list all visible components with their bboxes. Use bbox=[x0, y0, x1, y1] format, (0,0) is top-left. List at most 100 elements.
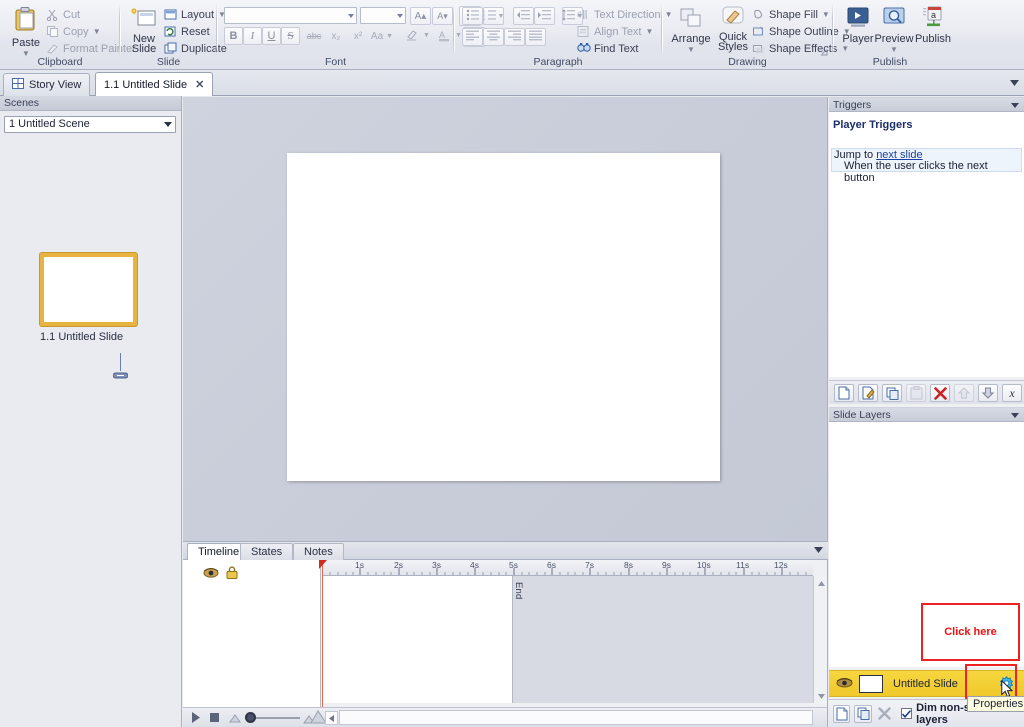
abc-button[interactable]: abc bbox=[303, 27, 325, 45]
shrink-font-button[interactable]: A▾ bbox=[432, 7, 453, 25]
arrange-button[interactable]: Arrange ▼ bbox=[669, 6, 713, 54]
triggers-toolbar: x bbox=[829, 380, 1024, 404]
timeline-horizontal-scrollbar[interactable] bbox=[339, 710, 813, 725]
new-slide-button[interactable]: New Slide bbox=[126, 6, 162, 55]
decrease-indent-button[interactable] bbox=[513, 7, 534, 25]
highlight-color-button[interactable] bbox=[402, 27, 422, 45]
bold-button[interactable]: B bbox=[224, 27, 243, 45]
delete-trigger-button[interactable] bbox=[930, 384, 950, 402]
dim-non-selected-layers-checkbox[interactable] bbox=[901, 708, 913, 719]
shape-fill-button[interactable]: Shape Fill ▼ bbox=[752, 6, 830, 23]
chevron-down-icon[interactable] bbox=[1011, 413, 1019, 418]
publish-button[interactable]: a Publish bbox=[914, 6, 952, 45]
timeline-track-area[interactable]: End bbox=[322, 576, 813, 703]
slide-canvas[interactable] bbox=[183, 97, 828, 541]
timeline-playhead[interactable] bbox=[322, 560, 323, 710]
grow-font-button[interactable]: A▴ bbox=[410, 7, 431, 25]
close-icon[interactable]: ✕ bbox=[195, 78, 204, 91]
chevron-down-icon[interactable]: ▼ bbox=[498, 13, 505, 20]
zoom-out-icon[interactable] bbox=[228, 712, 242, 726]
duplicate-layer-button[interactable] bbox=[854, 704, 872, 723]
trigger-variable-button[interactable]: x bbox=[1002, 384, 1022, 402]
scroll-left-button[interactable] bbox=[325, 711, 338, 725]
scene-selector-dropdown[interactable]: 1 Untitled Scene bbox=[4, 116, 176, 133]
slide-thumbnail-container[interactable]: 1.1 Untitled Slide bbox=[40, 253, 137, 379]
new-trigger-button[interactable] bbox=[834, 384, 854, 402]
shape-effects-button[interactable]: Shape Effects ▼ bbox=[752, 40, 849, 57]
slide-layer-row[interactable]: Untitled Slide bbox=[829, 670, 1024, 697]
change-case-button[interactable]: Aa ▼ bbox=[369, 27, 395, 45]
copy-button[interactable]: Copy ▼ bbox=[46, 23, 101, 40]
italic-button[interactable]: I bbox=[243, 27, 262, 45]
timeline-vertical-scrollbar[interactable] bbox=[813, 576, 827, 703]
preview-dropdown-caret[interactable]: ▼ bbox=[874, 45, 914, 54]
new-layer-button[interactable] bbox=[833, 704, 851, 723]
tab-story-view[interactable]: Story View bbox=[3, 73, 91, 96]
chevron-down-icon[interactable]: ▼ bbox=[822, 10, 830, 19]
eye-icon[interactable] bbox=[203, 566, 219, 582]
align-left-button[interactable] bbox=[462, 28, 483, 46]
tab-untitled-slide[interactable]: 1.1 Untitled Slide ✕ bbox=[95, 72, 214, 96]
numbering-button[interactable]: 123 ▼ bbox=[483, 7, 504, 25]
tab-notes[interactable]: Notes bbox=[293, 543, 344, 560]
font-color-button[interactable]: A bbox=[434, 27, 454, 45]
quick-styles-button[interactable]: Quick Styles bbox=[713, 6, 753, 53]
timeline-ruler[interactable]: 1s 2s 3s 4s 5s 6s 7s 8s 9s 10s 11s 12s bbox=[322, 560, 813, 576]
scroll-left-icon bbox=[329, 714, 334, 722]
tab-overflow-button[interactable] bbox=[1007, 76, 1021, 90]
align-center-button[interactable] bbox=[483, 28, 504, 46]
tab-states[interactable]: States bbox=[240, 543, 294, 560]
layer-thumbnail[interactable] bbox=[859, 674, 883, 693]
slide-layers-panel-header[interactable]: Slide Layers bbox=[829, 407, 1024, 422]
bullets-button[interactable] bbox=[462, 7, 483, 25]
edit-trigger-button[interactable] bbox=[858, 384, 878, 402]
triggers-panel-body[interactable]: Player Triggers Jump to next slide When … bbox=[829, 112, 1024, 377]
slide-surface[interactable] bbox=[287, 153, 720, 481]
text-direction-button[interactable]: ıl Text Direction ▼ bbox=[577, 6, 673, 23]
zoom-in-icon[interactable] bbox=[303, 710, 327, 727]
chevron-down-icon[interactable]: ▼ bbox=[386, 33, 393, 40]
paste-button[interactable]: Paste ▼ bbox=[6, 6, 46, 58]
cut-button[interactable]: Cut bbox=[46, 6, 80, 23]
lock-icon[interactable] bbox=[225, 566, 239, 582]
arrange-dropdown-caret[interactable]: ▼ bbox=[669, 45, 713, 54]
move-trigger-down-button[interactable] bbox=[978, 384, 998, 402]
font-name-combo[interactable] bbox=[224, 7, 357, 24]
strikethrough-button[interactable]: S bbox=[281, 27, 300, 45]
chevron-down-icon[interactable] bbox=[397, 13, 403, 18]
slide-thumbnail[interactable] bbox=[40, 253, 137, 326]
chevron-down-icon[interactable]: ▼ bbox=[423, 32, 430, 39]
align-text-button[interactable]: Align Text ▼ bbox=[577, 23, 653, 40]
document-tab-strip: Story View 1.1 Untitled Slide ✕ bbox=[0, 70, 1024, 96]
reset-button[interactable]: Reset bbox=[164, 23, 210, 40]
align-right-button[interactable] bbox=[504, 28, 525, 46]
timeline-object-list[interactable] bbox=[183, 560, 321, 727]
triggers-panel-header[interactable]: Triggers bbox=[829, 97, 1024, 112]
chevron-down-icon[interactable] bbox=[348, 13, 354, 18]
tab-story-view-label: Story View bbox=[29, 79, 82, 91]
increase-indent-button[interactable] bbox=[534, 7, 555, 25]
play-button[interactable] bbox=[188, 710, 204, 725]
timeline-zoom-slider-thumb[interactable] bbox=[245, 712, 256, 723]
find-text-button[interactable]: Find Text bbox=[577, 40, 638, 57]
chevron-down-icon[interactable]: ▼ bbox=[93, 27, 101, 36]
subscript-button[interactable]: x₂ bbox=[325, 27, 347, 45]
chevron-down-icon[interactable] bbox=[164, 122, 172, 127]
abc-label: abc bbox=[306, 31, 322, 41]
link-icon[interactable] bbox=[112, 371, 129, 380]
copy-trigger-button[interactable] bbox=[882, 384, 902, 402]
justify-button[interactable] bbox=[525, 28, 546, 46]
player-button[interactable]: Player bbox=[840, 6, 876, 45]
eye-icon[interactable] bbox=[836, 676, 853, 691]
underline-button[interactable]: U bbox=[262, 27, 281, 45]
scroll-up-icon[interactable] bbox=[816, 578, 826, 588]
trigger-list-item[interactable]: Jump to next slide When the user clicks … bbox=[831, 148, 1022, 184]
stop-button[interactable] bbox=[206, 710, 222, 725]
scroll-down-icon[interactable] bbox=[816, 691, 826, 701]
superscript-button[interactable]: x² bbox=[347, 27, 369, 45]
preview-button[interactable]: Preview ▼ bbox=[874, 6, 914, 54]
font-size-combo[interactable] bbox=[360, 7, 406, 24]
chevron-down-icon[interactable]: ▼ bbox=[646, 27, 654, 36]
timeline-collapse-button[interactable] bbox=[812, 544, 824, 556]
chevron-down-icon[interactable] bbox=[1011, 103, 1019, 108]
